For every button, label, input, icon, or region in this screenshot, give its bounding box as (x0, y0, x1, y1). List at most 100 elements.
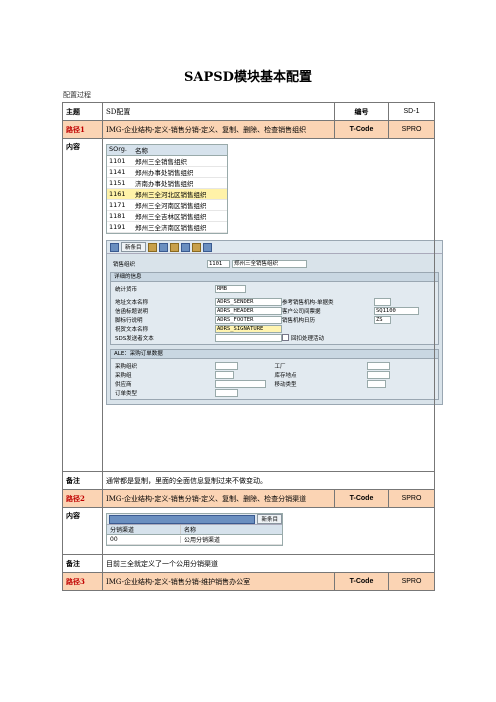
sales-org-code-field[interactable]: 1101 (207, 259, 230, 268)
sales-org-name: 郑州三全河南区销售组织 (135, 202, 207, 210)
rebate-label: 回扣处理活动 (291, 335, 325, 342)
deselect-icon[interactable] (191, 242, 201, 252)
channel-row[interactable]: 00 公用分销渠道 (107, 535, 282, 545)
movement-label: 移动类型 (274, 381, 297, 388)
sales-org-row[interactable]: 1141 郑州办事处销售组织 (107, 167, 227, 178)
footer-row: 脚标行说明 ADRS_FOOTER (115, 315, 282, 324)
purch-group-field[interactable] (215, 370, 234, 379)
sds-sender-label: SDS发送者文本 (115, 335, 154, 342)
delete-icon[interactable] (158, 242, 168, 252)
channel-code: 00 (107, 536, 181, 543)
edit-icon[interactable] (110, 242, 119, 252)
rebate-checkbox[interactable] (282, 334, 289, 341)
content2-label: 内容 (62, 507, 103, 555)
sales-org-name: 郑州三全销售组织 (135, 158, 187, 166)
movement-field[interactable] (366, 379, 386, 388)
subject-label: 主题 (62, 102, 103, 121)
greeting-label: 祝贺文本名称 (115, 326, 149, 333)
new-entry-button[interactable]: 新条目 (121, 242, 146, 252)
sales-org-name-field[interactable]: 郑州三全销售组织 (232, 259, 307, 268)
sds-sender-row: SDS发送者文本 (115, 333, 282, 342)
select-all-icon[interactable] (180, 242, 190, 252)
purch-group-label: 采购组 (115, 372, 132, 379)
intercompany-field[interactable]: SQ1100 (374, 306, 419, 315)
plant-row: 工厂 (275, 361, 435, 370)
address-text-label: 地址文本名称 (115, 299, 149, 306)
purch-org-row: 采购组织 (115, 361, 275, 370)
reference-field[interactable] (374, 297, 391, 306)
sales-org-name: 济南办事处销售组织 (135, 180, 194, 188)
sales-org-row[interactable]: 1191 郑州三全济南区销售组织 (107, 222, 227, 233)
ale-group-header: ALE：采购订单数据 (111, 350, 438, 359)
undo-icon[interactable] (169, 242, 179, 252)
footer-field[interactable]: ADRS_FOOTER (215, 315, 282, 324)
sales-org-list: SOrg. 名称 1101 郑州三全销售组织 1141 郑州办事处销售组织 1151… (106, 144, 228, 234)
content2-cell: 新条目 分销渠道 名称 00 公用分销渠道 (102, 507, 435, 555)
detail-group-header: 详细的信息 (111, 273, 438, 282)
path2-value: IMG-企业结构-定义-销售分销-定义、复制、删除、检查分销渠道 (102, 489, 335, 508)
intercompany-row: 客户公司间票据 SQ1100 (282, 306, 434, 315)
path2-label: 路径2 (62, 489, 103, 508)
sales-org-field-row: 销售组织 1101 郑州三全销售组织 (113, 259, 442, 268)
edit-icon[interactable] (109, 514, 256, 524)
vendor-field[interactable] (215, 379, 266, 388)
tcode2-label: T-Code (334, 489, 389, 508)
tcode2-value: SPRO (388, 489, 435, 508)
sales-org-row[interactable]: 1101 郑州三全销售组织 (107, 156, 227, 167)
letter-header-row: 信函标题说明 ADRS_HEADER (115, 306, 282, 315)
sales-org-name: 郑州办事处销售组织 (135, 169, 194, 177)
document-subtitle: 配置过程 (63, 91, 91, 99)
intercompany-label: 客户公司间票据 (282, 308, 321, 315)
currency-label: 统计货币 (115, 286, 138, 293)
path3-label: 路径3 (62, 572, 103, 591)
print-icon[interactable] (202, 242, 212, 252)
sloc-label: 库存地点 (274, 372, 297, 379)
purch-org-label: 采购组织 (115, 363, 138, 370)
note2-label: 备注 (62, 554, 103, 573)
tcode3-label: T-Code (334, 572, 389, 591)
sales-org-code: 1141 (109, 168, 126, 176)
tcode1-label: T-Code (334, 120, 389, 139)
calendar-field[interactable]: ZS (374, 315, 391, 324)
sales-org-code: 1181 (109, 212, 126, 220)
reference-label: 参考销售机构-单据类 (282, 299, 334, 306)
sales-org-label: 销售组织 (113, 261, 136, 268)
sales-org-code: 1151 (109, 179, 126, 187)
purch-org-field[interactable] (215, 361, 238, 370)
movement-row: 移动类型 (275, 379, 435, 388)
sloc-field[interactable] (366, 370, 390, 379)
currency-field[interactable]: RMB (215, 284, 246, 293)
address-text-row: 地址文本名称 ADRS_SENDER (115, 297, 282, 306)
document-title: SAPSD模块基本配置 (184, 70, 312, 85)
sales-org-row[interactable]: 1181 郑州三全吉林区销售组织 (107, 211, 227, 222)
copy-icon[interactable] (147, 242, 157, 252)
detail-group: 详细的信息 统计货币 RMB 地址文本名称 ADRS_SENDER 信函标题说明… (110, 272, 439, 345)
plant-field[interactable] (366, 361, 390, 370)
order-type-field[interactable] (215, 388, 238, 397)
new-entry-button[interactable]: 新条目 (257, 514, 282, 524)
content1-cell: SOrg. 名称 1101 郑州三全销售组织 1141 郑州办事处销售组织 1151… (102, 138, 443, 472)
sales-org-row[interactable]: 1171 郑州三全河南区销售组织 (107, 200, 227, 211)
channel-name: 公用分销渠道 (184, 537, 221, 544)
channel-col-code: 分销渠道 (107, 525, 181, 534)
tcode3-value: SPRO (388, 572, 435, 591)
sales-org-col-name: 名称 (135, 147, 148, 155)
greeting-field[interactable]: ADRS_SIGNATURE (215, 324, 282, 333)
sales-org-name: 郑州三全济南区销售组织 (135, 224, 207, 232)
sales-org-row[interactable]: 1151 济南办事处销售组织 (107, 178, 227, 189)
code-value: SD-1 (388, 102, 435, 121)
sales-org-row-selected[interactable]: 1161 郑州三全河北区销售组织 (107, 189, 227, 200)
channel-col-name: 名称 (184, 527, 197, 534)
plant-label: 工厂 (274, 363, 286, 370)
letter-header-field[interactable]: ADRS_HEADER (215, 306, 282, 315)
subject-value: SD配置 (102, 102, 335, 121)
path1-label: 路径1 (62, 120, 103, 139)
note1-label: 备注 (62, 471, 103, 490)
sales-org-code: 1191 (109, 223, 126, 231)
channel-header: 分销渠道 名称 (107, 525, 282, 535)
note2-value: 目前三全就定义了一个公用分销渠道 (102, 554, 435, 573)
code-label: 编号 (334, 102, 389, 121)
sds-sender-field[interactable] (215, 333, 282, 342)
address-text-field[interactable]: ADRS_SENDER (215, 297, 282, 306)
config-table: 主题 SD配置 编号 SD-1 路径1 IMG-企业结构-定义-销售分销-定义、… (62, 102, 443, 591)
